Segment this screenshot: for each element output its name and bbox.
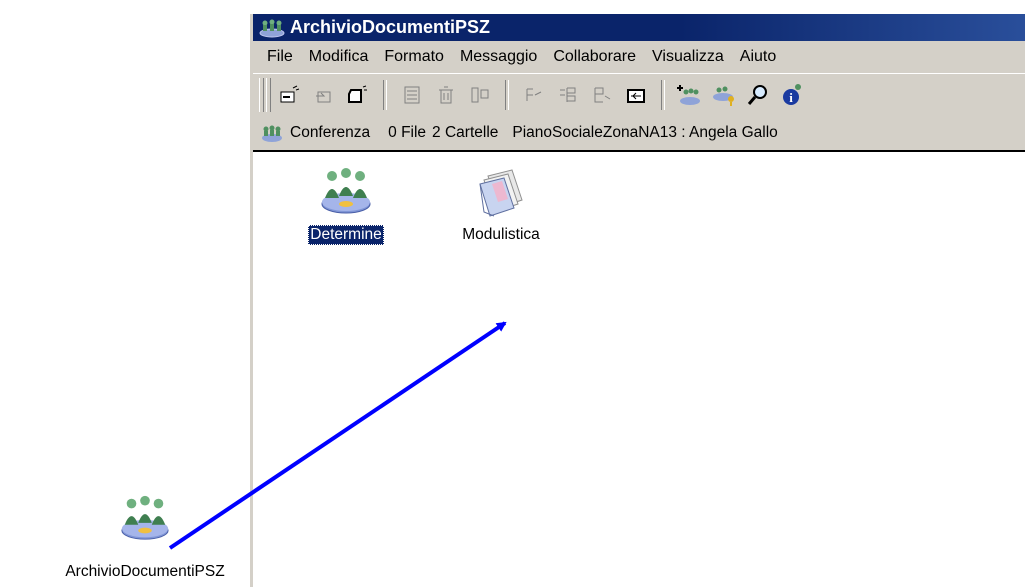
desktop-icon-archivio[interactable]: ArchivioDocumentiPSZ [60,492,230,581]
folder-item-modulistica[interactable]: Modulistica [441,162,561,245]
menu-messaggio[interactable]: Messaggio [460,48,537,66]
delete-icon[interactable] [433,82,459,108]
forward-icon[interactable] [521,82,547,108]
reply-icon[interactable] [311,82,337,108]
folder-label: Determine [308,225,384,245]
status-path: PianoSocialeZonaNA13 : Angela Gallo [512,123,778,141]
status-type: Conferenza [290,123,371,141]
menu-aiuto[interactable]: Aiuto [740,48,776,66]
move-icon[interactable] [589,82,615,108]
menu-bar: File Modifica Formato Messaggio Collabor… [253,41,1025,73]
menu-visualizza[interactable]: Visualizza [652,48,724,66]
tree-icon[interactable] [555,82,581,108]
folder-label: Modulistica [462,226,540,243]
add-member-icon[interactable] [677,82,703,108]
conference-icon [259,19,285,37]
window-title: ArchivioDocumentiPSZ [290,17,491,37]
toolbar-separator [505,80,509,110]
key-icon[interactable] [711,82,737,108]
toolbar: i [253,73,1025,117]
folder-item-determine[interactable]: Determine [291,164,401,245]
menu-formato[interactable]: Formato [384,48,444,66]
list-icon[interactable] [399,82,425,108]
desktop-icon-label: ArchivioDocumentiPSZ [65,563,225,580]
conference-icon [321,168,371,214]
menu-collaborare[interactable]: Collaborare [553,48,636,66]
conference-icon [262,125,282,142]
toolbar-separator [661,80,665,110]
folder-view[interactable]: Determine Modulistica [253,152,1025,587]
documents-icon [479,169,523,217]
properties-icon[interactable] [467,82,493,108]
status-folder-count: 2 Cartelle [432,123,499,141]
new-doc-icon[interactable] [277,82,303,108]
info-icon[interactable]: i [779,82,805,108]
application-window: ArchivioDocumentiPSZ File Modifica Forma… [250,14,1025,587]
status-file-count: 0 File [388,123,427,141]
toolbar-grip[interactable] [266,78,271,112]
menu-modifica[interactable]: Modifica [309,48,369,66]
new-note-icon[interactable] [345,82,371,108]
title-bar[interactable]: ArchivioDocumentiPSZ [253,14,1025,41]
toolbar-grip[interactable] [259,78,264,112]
search-icon[interactable] [745,82,771,108]
status-bar: Conferenza 0 File 2 Cartelle PianoSocial… [253,115,1025,152]
up-folder-icon[interactable] [623,82,649,108]
toolbar-separator [383,80,387,110]
menu-file[interactable]: File [267,48,293,66]
svg-text:i: i [789,90,793,105]
conference-icon [121,495,169,540]
